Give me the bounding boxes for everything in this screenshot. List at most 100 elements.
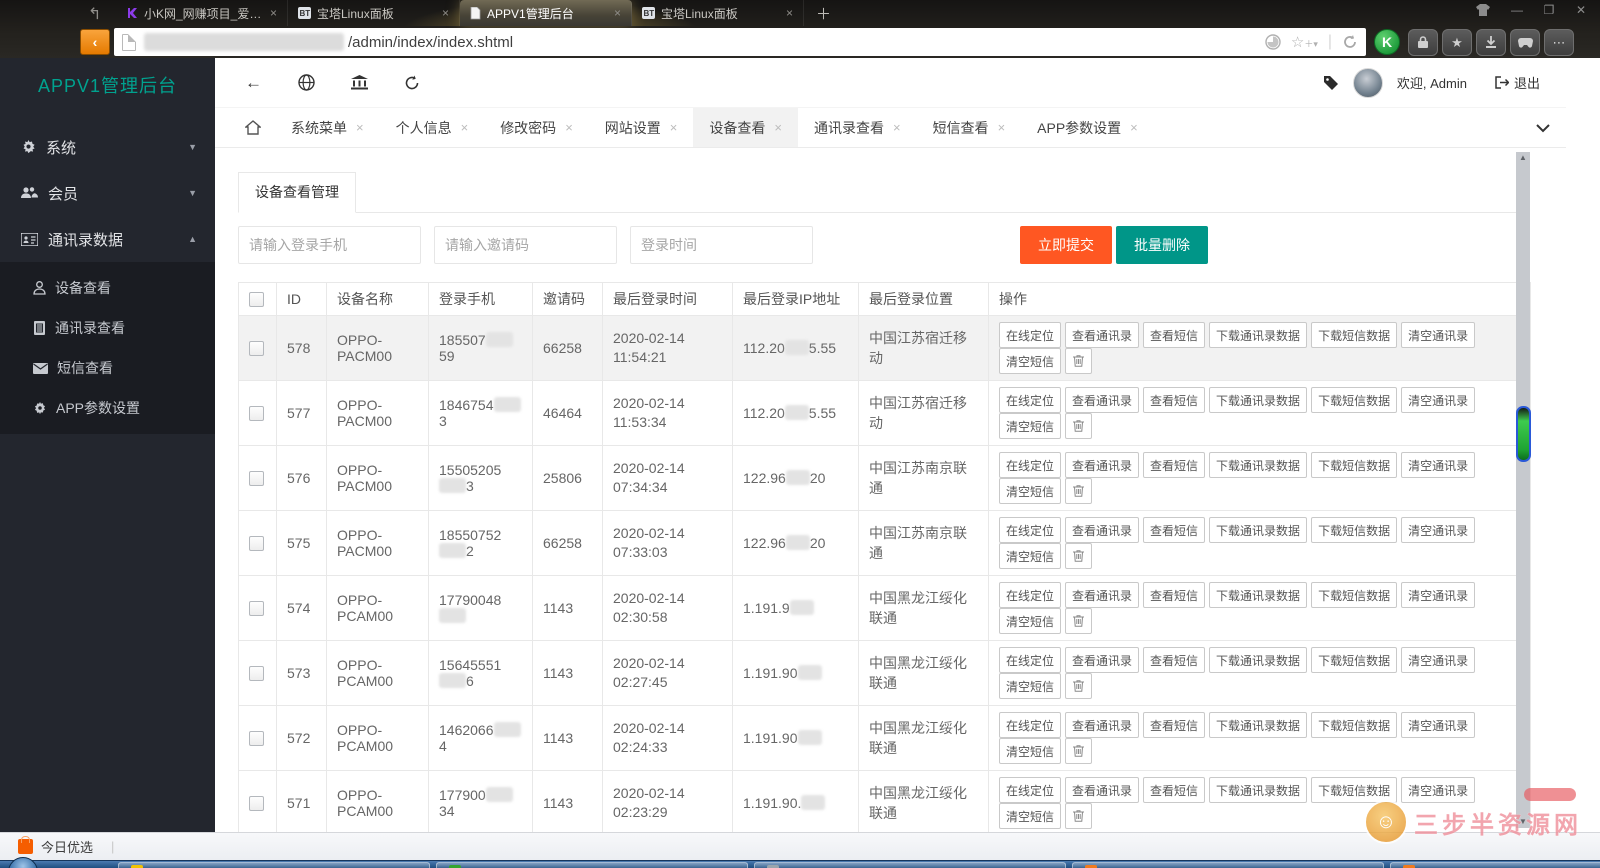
download-icon[interactable] — [1476, 29, 1506, 56]
action-download-sms-data[interactable]: 下载短信数据 — [1311, 647, 1398, 673]
action-view-contacts[interactable]: 查看通讯录 — [1065, 647, 1140, 673]
menu-more-icon[interactable]: ⋯ — [1544, 29, 1574, 56]
scrollbar-track[interactable] — [1516, 152, 1530, 828]
action-download-sms-data[interactable]: 下载短信数据 — [1311, 322, 1398, 348]
taskbar-button[interactable] — [118, 862, 430, 868]
panel-tab-title[interactable]: 设备查看管理 — [238, 172, 356, 213]
action-clear-contacts[interactable]: 清空通讯录 — [1401, 712, 1476, 738]
browser-tab-2[interactable]: BT 宝塔Linux面板 × — [288, 0, 460, 26]
close-icon[interactable]: × — [893, 120, 901, 135]
action-view-contacts[interactable]: 查看通讯录 — [1065, 517, 1140, 543]
action-clear-sms[interactable]: 清空短信 — [999, 413, 1062, 439]
action-view-sms[interactable]: 查看短信 — [1143, 322, 1206, 348]
action-clear-contacts[interactable]: 清空通讯录 — [1401, 452, 1476, 478]
row-checkbox[interactable] — [249, 471, 264, 487]
action-online-locate[interactable]: 在线定位 — [999, 517, 1062, 543]
action-online-locate[interactable]: 在线定位 — [999, 777, 1062, 803]
back-icon[interactable]: ← — [245, 73, 262, 93]
action-clear-contacts[interactable]: 清空通讯录 — [1401, 387, 1476, 413]
url-bar[interactable]: /admin/index/index.shtml ☆＋▾ | — [114, 28, 1366, 56]
home-tab[interactable] — [231, 108, 275, 147]
action-view-contacts[interactable]: 查看通讯录 — [1065, 582, 1140, 608]
close-icon[interactable]: × — [461, 120, 469, 135]
minimize-button[interactable]: — — [1508, 3, 1526, 17]
close-icon[interactable]: × — [774, 120, 782, 135]
close-icon[interactable]: × — [565, 120, 573, 135]
globe-icon[interactable] — [298, 74, 315, 91]
sidebar-item-sms-view[interactable]: 短信查看 — [0, 348, 215, 388]
batch-delete-button[interactable]: 批量删除 — [1116, 226, 1208, 264]
action-view-sms[interactable]: 查看短信 — [1143, 387, 1206, 413]
action-clear-sms[interactable]: 清空短信 — [999, 738, 1062, 764]
games-icon[interactable] — [1510, 29, 1540, 56]
k-extension-button[interactable]: K — [1374, 29, 1400, 55]
action-view-contacts[interactable]: 查看通讯录 — [1065, 712, 1140, 738]
logout-button[interactable]: 退出 — [1495, 73, 1540, 92]
tab-personal-info[interactable]: 个人信息 × — [380, 108, 485, 147]
action-clear-sms[interactable]: 清空短信 — [999, 803, 1062, 829]
action-download-contacts-data[interactable]: 下载通讯录数据 — [1209, 452, 1308, 478]
action-view-contacts[interactable]: 查看通讯录 — [1065, 777, 1140, 803]
nav-back-button[interactable]: ‹ — [80, 29, 110, 55]
phone-search-input[interactable] — [238, 226, 421, 264]
tab-device-view-active[interactable]: 设备查看 × — [693, 108, 798, 147]
action-view-sms[interactable]: 查看短信 — [1143, 452, 1206, 478]
action-online-locate[interactable]: 在线定位 — [999, 322, 1062, 348]
action-view-sms[interactable]: 查看短信 — [1143, 517, 1206, 543]
action-clear-contacts[interactable]: 清空通讯录 — [1401, 582, 1476, 608]
close-icon[interactable]: × — [614, 6, 621, 20]
new-tab-button[interactable]: ＋ — [804, 0, 843, 26]
action-clear-sms[interactable]: 清空短信 — [999, 543, 1062, 569]
sidebar-item-app-params[interactable]: APP参数设置 — [0, 388, 215, 428]
restore-button[interactable]: ❐ — [1540, 3, 1558, 17]
delete-row-button[interactable] — [1065, 348, 1093, 374]
action-clear-contacts[interactable]: 清空通讯录 — [1401, 322, 1476, 348]
delete-row-button[interactable] — [1065, 608, 1093, 634]
action-download-sms-data[interactable]: 下载短信数据 — [1311, 712, 1398, 738]
tab-contacts-view[interactable]: 通讯录查看 × — [798, 108, 917, 147]
action-view-contacts[interactable]: 查看通讯录 — [1065, 452, 1140, 478]
login-time-input[interactable] — [630, 226, 813, 264]
action-online-locate[interactable]: 在线定位 — [999, 582, 1062, 608]
close-icon[interactable]: × — [998, 120, 1006, 135]
close-icon[interactable]: × — [442, 6, 449, 20]
delete-row-button[interactable] — [1065, 803, 1093, 829]
tab-sms-view[interactable]: 短信查看 × — [917, 108, 1022, 147]
sidebar-item-contacts-data[interactable]: 通讯录数据 ▲ — [0, 216, 215, 262]
invite-code-search-input[interactable] — [434, 226, 617, 264]
status-promo-link[interactable]: 今日优选 — [41, 837, 93, 856]
row-checkbox[interactable] — [249, 406, 264, 422]
row-checkbox[interactable] — [249, 601, 264, 617]
bookmark-add-icon[interactable]: ☆＋▾ — [1291, 33, 1318, 51]
action-download-sms-data[interactable]: 下载短信数据 — [1311, 387, 1398, 413]
action-download-contacts-data[interactable]: 下载通讯录数据 — [1209, 387, 1308, 413]
action-download-sms-data[interactable]: 下载短信数据 — [1311, 582, 1398, 608]
action-view-sms[interactable]: 查看短信 — [1143, 777, 1206, 803]
refresh-icon[interactable] — [1342, 34, 1358, 50]
delete-row-button[interactable] — [1065, 413, 1093, 439]
refresh-icon[interactable] — [404, 75, 420, 91]
taskbar-button[interactable] — [1072, 862, 1384, 868]
tabstrip-more-button[interactable] — [1536, 108, 1550, 148]
action-clear-sms[interactable]: 清空短信 — [999, 673, 1062, 699]
close-icon[interactable]: × — [786, 6, 793, 20]
close-icon[interactable]: × — [670, 120, 678, 135]
sidebar-item-contacts-view[interactable]: 通讯录查看 — [0, 308, 215, 348]
scroll-up-arrow[interactable]: ▲ — [1516, 152, 1530, 164]
action-clear-contacts[interactable]: 清空通讯录 — [1401, 517, 1476, 543]
pinwheel-icon[interactable] — [1265, 34, 1281, 50]
sidebar-item-system[interactable]: 系统 ▼ — [0, 124, 215, 170]
action-download-sms-data[interactable]: 下载短信数据 — [1311, 517, 1398, 543]
scrollbar-thumb[interactable] — [1516, 406, 1531, 462]
delete-row-button[interactable] — [1065, 673, 1093, 699]
action-clear-sms[interactable]: 清空短信 — [999, 478, 1062, 504]
browser-tab-1[interactable]: 小K网_网赚项目_爱Q... × — [116, 0, 288, 26]
lock-icon[interactable] — [1408, 29, 1438, 56]
action-online-locate[interactable]: 在线定位 — [999, 712, 1062, 738]
action-download-contacts-data[interactable]: 下载通讯录数据 — [1209, 582, 1308, 608]
sidebar-item-device-view[interactable]: 设备查看 — [0, 268, 215, 308]
tab-change-password[interactable]: 修改密码 × — [484, 108, 589, 147]
history-back-icon[interactable]: ↰ — [88, 4, 108, 23]
action-view-sms[interactable]: 查看短信 — [1143, 712, 1206, 738]
action-online-locate[interactable]: 在线定位 — [999, 387, 1062, 413]
